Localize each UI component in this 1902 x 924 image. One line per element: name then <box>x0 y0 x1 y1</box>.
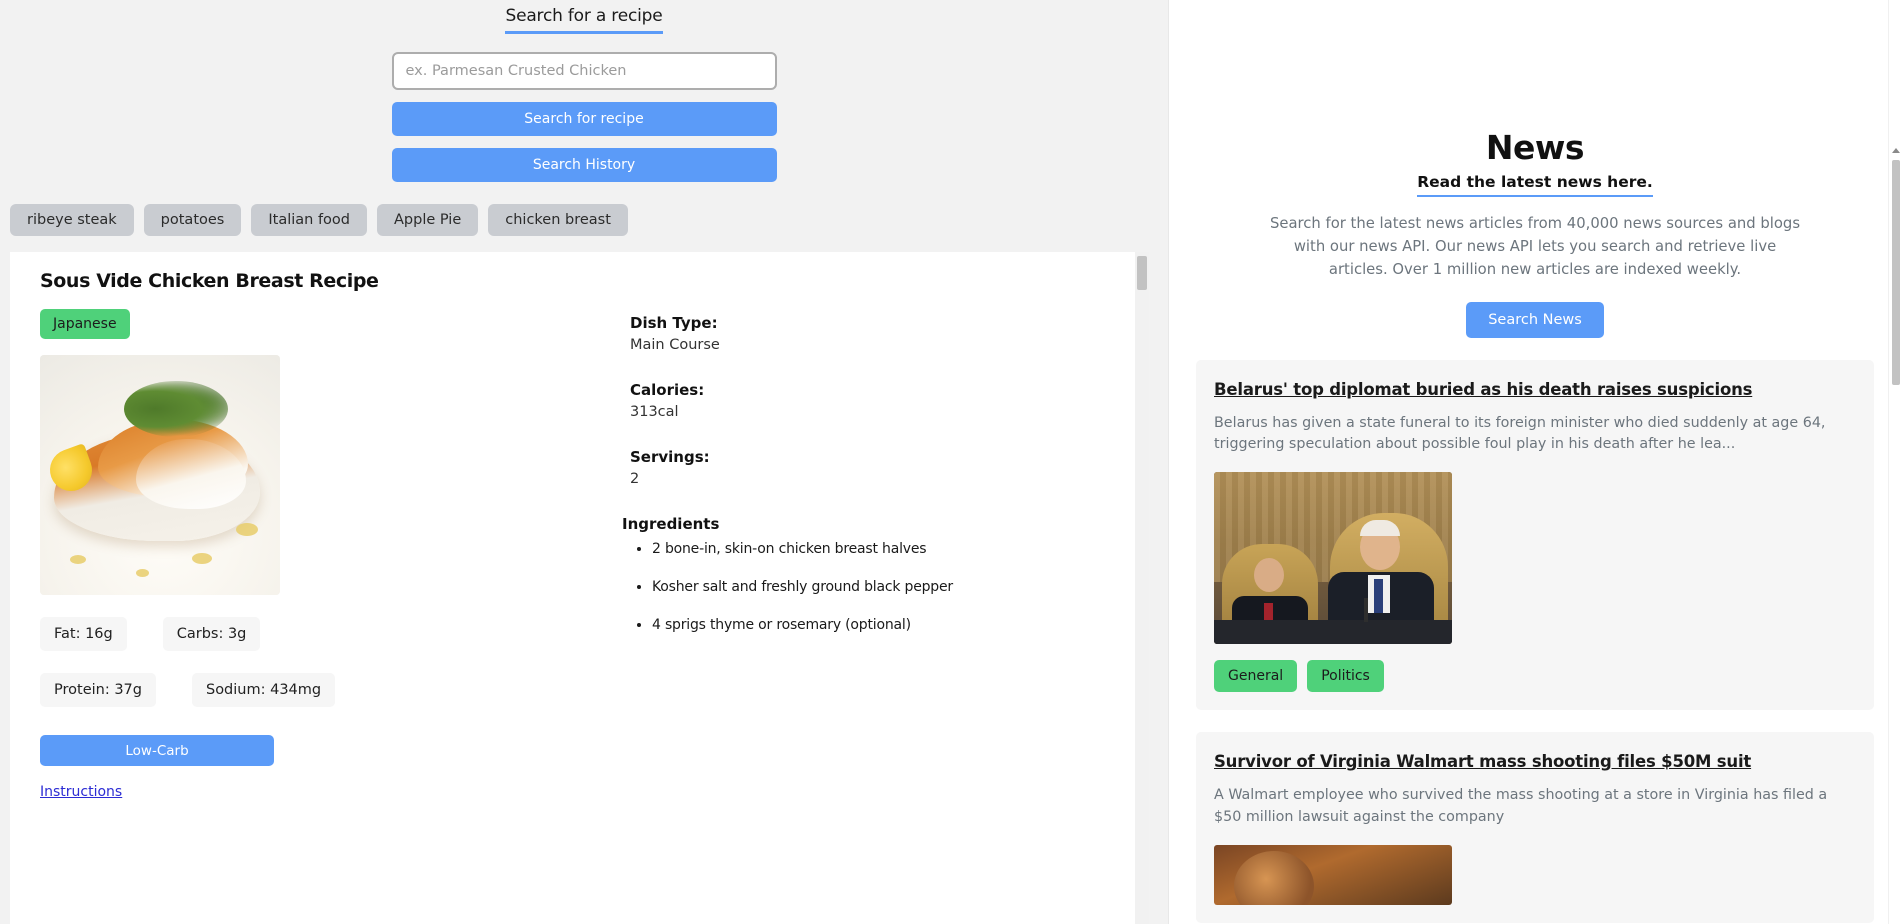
recipe-card-body: Sous Vide Chicken Breast Recipe Japanese <box>10 252 1149 801</box>
page-scrollbar-thumb[interactable] <box>1892 160 1900 385</box>
diet-label-button[interactable]: Low-Carb <box>40 735 274 766</box>
cuisine-badge: Japanese <box>40 309 130 339</box>
news-title: News <box>1485 128 1585 167</box>
dish-type-value: Main Course <box>630 337 720 353</box>
history-chip-ribeye-steak[interactable]: ribeye steak <box>10 204 134 236</box>
oil-droplet <box>136 569 149 577</box>
history-chip-italian-food[interactable]: Italian food <box>251 204 367 236</box>
news-subtitle-wrap: Read the latest news here. <box>1196 173 1874 197</box>
scrollbar-up-arrow-icon[interactable] <box>1892 148 1900 153</box>
recipe-left-column: Sous Vide Chicken Breast Recipe Japanese <box>10 270 570 801</box>
nutrition-row-1: Fat: 16g Carbs: 3g <box>40 617 570 651</box>
nutrition-sodium: Sodium: 434mg <box>191 673 336 707</box>
servings-value: 2 <box>630 471 640 487</box>
news-article-badges: General Politics <box>1214 660 1856 693</box>
image-person-left-head <box>1254 558 1284 593</box>
recipe-search-input[interactable] <box>391 52 777 90</box>
history-chip-apple-pie[interactable]: Apple Pie <box>377 204 479 236</box>
category-badge-general: General <box>1214 660 1298 693</box>
recipe-card-scrollbar[interactable] <box>1135 252 1149 924</box>
page-scrollbar[interactable] <box>1888 0 1902 924</box>
recipe-title: Sous Vide Chicken Breast Recipe <box>40 270 379 292</box>
recipe-result-card: Sous Vide Chicken Breast Recipe Japanese <box>10 252 1149 924</box>
news-pane: News Read the latest news here. Search f… <box>1168 0 1902 924</box>
news-article-title[interactable]: Belarus' top diplomat buried as his deat… <box>1214 380 1752 399</box>
news-article-card: Belarus' top diplomat buried as his deat… <box>1196 359 1874 711</box>
news-article-image <box>1214 844 1452 905</box>
oil-droplet <box>192 553 212 564</box>
dish-type-label: Dish Type: <box>630 314 718 332</box>
ingredients-heading: Ingredients <box>622 515 720 533</box>
search-news-button[interactable]: Search News <box>1466 301 1604 338</box>
search-history-chips: ribeye steak potatoes Italian food Apple… <box>0 182 1168 236</box>
history-chip-potatoes[interactable]: potatoes <box>143 204 242 236</box>
news-subtitle: Read the latest news here. <box>1417 173 1653 197</box>
image-person-right-hair <box>1360 520 1400 537</box>
ingredients-list: 2 bone-in, skin-on chicken breast halves… <box>630 541 1110 633</box>
image-shape <box>1234 850 1314 905</box>
news-article-title[interactable]: Survivor of Virginia Walmart mass shooti… <box>1214 752 1751 771</box>
ingredient-item: 4 sprigs thyme or rosemary (optional) <box>652 617 1110 633</box>
nutrition-fat: Fat: 16g <box>40 617 127 651</box>
recipe-right-column: Dish Type: Main Course Calories: 313cal … <box>570 270 1110 801</box>
ingredient-item: Kosher salt and freshly ground black pep… <box>652 579 1110 595</box>
recipe-pane: Search for a recipe Search for recipe Se… <box>0 0 1168 924</box>
search-history-button[interactable]: Search History <box>391 148 777 182</box>
news-content: News Read the latest news here. Search f… <box>1168 0 1902 923</box>
news-description: Search for the latest news articles from… <box>1269 215 1801 278</box>
history-chip-chicken-breast[interactable]: chicken breast <box>488 204 628 236</box>
category-badge-politics: Politics <box>1307 660 1384 693</box>
oil-droplet <box>236 523 258 536</box>
image-person-right-tie <box>1374 578 1383 614</box>
app-root: Search for a recipe Search for recipe Se… <box>0 0 1902 924</box>
image-desk <box>1214 620 1452 645</box>
recipe-card-scrollbar-thumb[interactable] <box>1137 256 1147 290</box>
recipe-search-header: Search for a recipe Search for recipe Se… <box>0 0 1168 182</box>
oil-droplet <box>70 555 86 564</box>
news-article-description: Belarus has given a state funeral to its… <box>1214 414 1826 453</box>
calories-value: 313cal <box>630 404 679 420</box>
nutrition-carbs: Carbs: 3g <box>162 617 261 651</box>
herb-garnish <box>124 381 228 437</box>
servings-label: Servings: <box>630 448 710 466</box>
search-for-a-recipe-title: Search for a recipe <box>505 6 663 34</box>
recipe-image <box>40 355 280 595</box>
nutrition-protein: Protein: 37g <box>40 673 156 707</box>
news-article-card: Survivor of Virginia Walmart mass shooti… <box>1196 732 1874 923</box>
pane-divider <box>1168 0 1169 924</box>
news-search-wrap: Search News <box>1196 301 1874 338</box>
instructions-link[interactable]: Instructions <box>40 784 122 800</box>
nutrition-row-2: Protein: 37g Sodium: 434mg <box>40 673 570 707</box>
ingredient-item: 2 bone-in, skin-on chicken breast halves <box>652 541 1110 557</box>
news-article-image <box>1214 472 1452 645</box>
calories-label: Calories: <box>630 381 705 399</box>
search-for-recipe-button[interactable]: Search for recipe <box>391 102 777 136</box>
image-microphone <box>1364 597 1368 622</box>
news-article-description: A Walmart employee who survived the mass… <box>1214 787 1828 825</box>
